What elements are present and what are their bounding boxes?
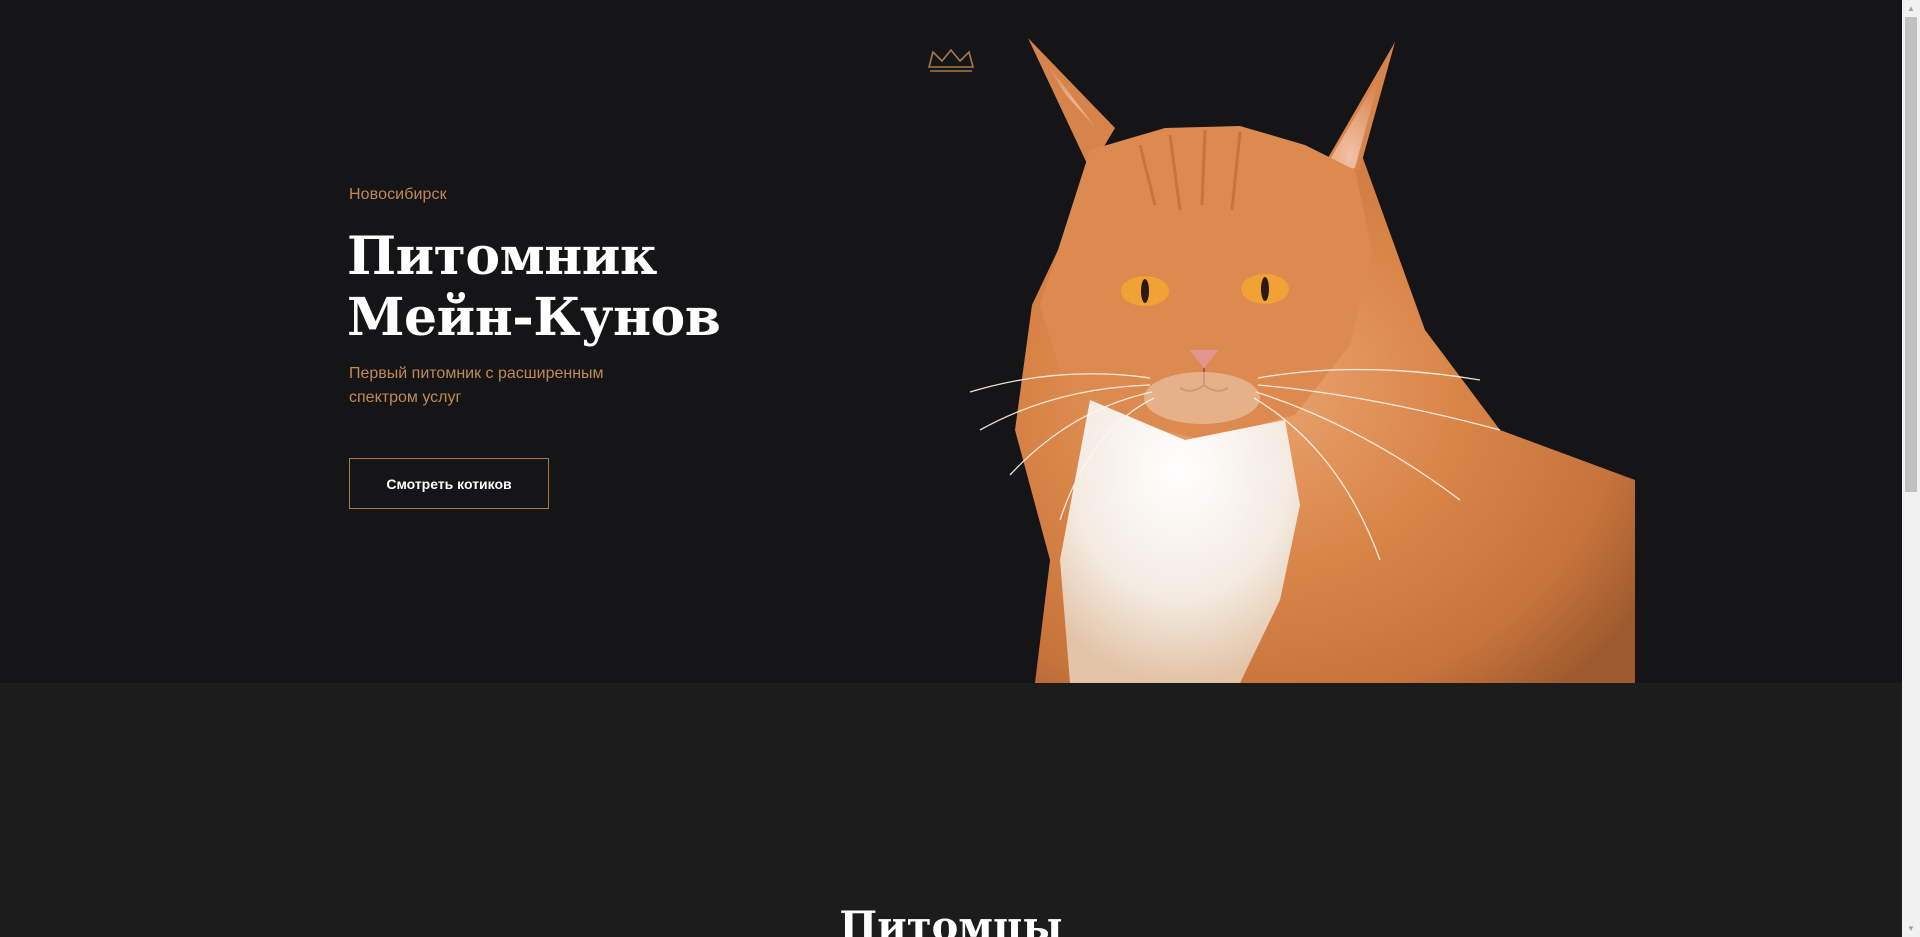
arrow-up-icon[interactable]: ▲ (1902, 0, 1920, 17)
scrollbar-thumb[interactable] (1905, 17, 1917, 492)
view-cats-button[interactable]: Смотреть котиков (349, 458, 549, 509)
page-title: Питомник Мейн-Кунов (347, 226, 721, 348)
title-line-1: Питомник (347, 226, 657, 287)
page-scrollbar[interactable]: ▲ ▼ (1902, 0, 1920, 937)
pets-section-title: Питомцы (839, 903, 1063, 937)
title-line-2: Мейн-Кунов (347, 287, 721, 348)
maine-coon-cat-image (969, 38, 1635, 683)
hero-subtitle: Первый питомник с расширенным спектром у… (349, 365, 604, 406)
hero-section: Новосибирск Питомник Мейн-Кунов Первый п… (0, 0, 1902, 683)
pets-section: Питомцы (0, 683, 1902, 937)
arrow-down-icon[interactable]: ▼ (1902, 920, 1920, 937)
page: Новосибирск Питомник Мейн-Кунов Первый п… (0, 0, 1920, 937)
city-label: Новосибирск (349, 186, 447, 203)
